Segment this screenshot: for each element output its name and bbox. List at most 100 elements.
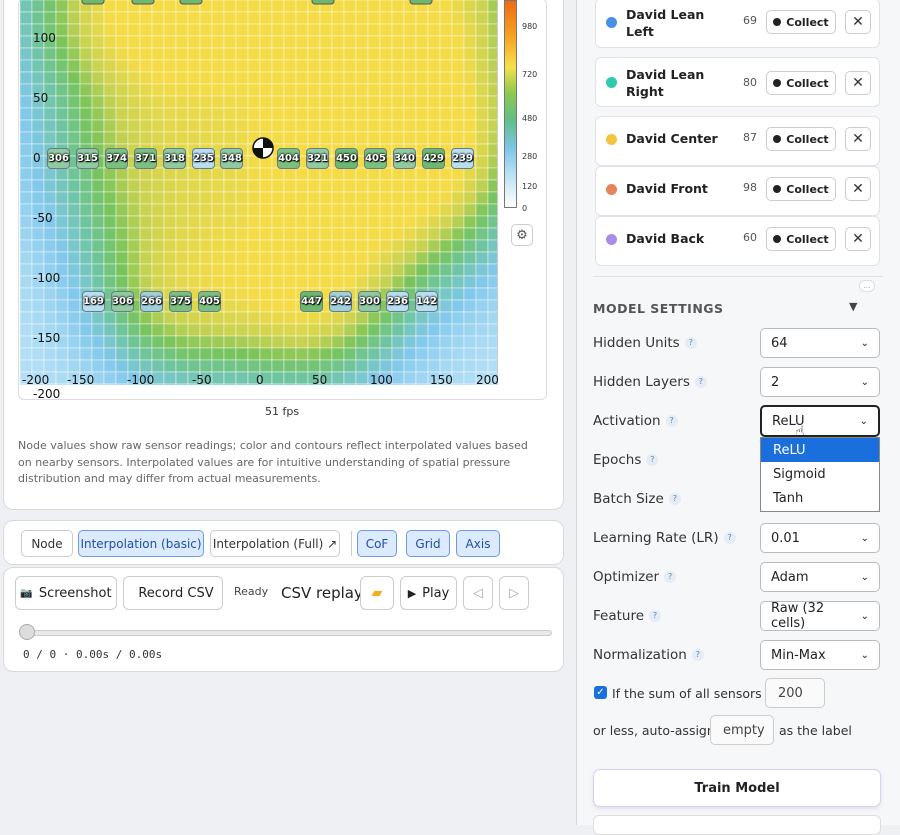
gear-icon[interactable]: ⚙ [511,224,533,246]
heatmap-cell [331,311,345,325]
heatmap-cell [211,71,225,85]
heatmap-cell [427,59,441,73]
grid-toggle[interactable]: Grid [406,530,450,557]
heatmap-cell [487,35,497,49]
help-icon[interactable]: ? [665,415,678,427]
activation-option[interactable]: ReLU [761,438,879,462]
heatmap-cell [91,239,105,253]
screenshot-button[interactable]: 📷 Screenshot [15,576,117,610]
collapse-caret-icon[interactable]: ▼ [849,300,857,313]
learning-rate-select[interactable]: 0.01 ⌄ [760,523,880,553]
heatmap-cell [103,107,117,121]
heatmap-cell [139,11,153,25]
play-button[interactable]: ▶ Play [400,576,457,610]
heatmap-cell [451,251,465,265]
node-toggle[interactable]: Node [21,530,73,557]
heatmap-cell [103,275,117,289]
help-icon[interactable]: ? [668,493,681,505]
heatmap-cell [139,191,153,205]
close-icon[interactable]: ✕ [845,227,871,251]
visualization-note: Node values show raw sensor readings; co… [18,439,528,485]
heatmap-cell [415,119,429,133]
activation-option[interactable]: Tanh [761,486,879,510]
heatmap-cell [475,359,489,373]
heatmap-cell [451,287,465,301]
interpolation-basic-toggle[interactable]: Interpolation (basic) [78,530,204,557]
empty-label-input[interactable]: empty [710,715,774,745]
label-item: David Lean Left 69 Collect ✕ [595,0,880,48]
heatmap-cell [295,119,309,133]
heatmap-cell [199,323,213,337]
heatmap-cell [115,347,129,361]
sensor-cell: 405 [364,148,387,169]
close-icon[interactable]: ✕ [845,71,871,95]
heatmap-cell [475,11,489,25]
heatmap-cell [427,131,441,145]
heatmap-cell [151,107,165,121]
collect-button[interactable]: Collect [766,71,836,95]
left-panel: 100 50 0 -50 -100 -150 -200 -200 -150 -1… [0,0,568,825]
help-icon[interactable]: ? [649,610,662,622]
heatmap-cell [403,95,417,109]
open-folder-button[interactable]: ▰ [360,576,394,610]
heatmap-cell [403,335,417,349]
interpolation-full-link[interactable]: Interpolation (Full) ↗ [210,530,340,557]
collect-button[interactable]: Collect [766,227,836,251]
previous-frame-button[interactable]: ◁ [463,576,493,610]
heatmap-cell [451,203,465,217]
heatmap-cell [271,371,285,385]
threshold-input[interactable]: 200 [765,678,825,708]
comment-icon[interactable]: … [859,280,875,292]
heatmap-cell [139,311,153,325]
hidden-layers-select[interactable]: 2 ⌄ [760,367,880,397]
heatmap-cell [391,83,405,97]
heatmap-cell [367,311,381,325]
heatmap-cell [391,383,405,385]
heatmap-cell [187,167,201,181]
heatmap-cell [283,131,297,145]
heatmap-cell [223,59,237,73]
close-icon[interactable]: ✕ [845,177,871,201]
heatmap-cell [43,167,57,181]
record-csv-button[interactable]: Record CSV [123,576,223,610]
heatmap-cell [235,287,249,301]
close-icon[interactable]: ✕ [845,10,871,34]
help-icon[interactable]: ? [684,337,697,349]
close-icon[interactable]: ✕ [845,127,871,151]
activation-option[interactable]: Sigmoid [761,462,879,486]
feature-select[interactable]: Raw (32 cells) ⌄ [760,601,880,631]
help-icon[interactable]: ? [664,571,677,583]
heatmap-cell [355,59,369,73]
cof-toggle[interactable]: CoF [357,530,397,557]
heatmap-cell [427,35,441,49]
help-icon[interactable]: ? [723,532,736,544]
hidden-units-select[interactable]: 64 ⌄ [760,328,880,358]
help-icon[interactable]: ? [691,649,704,661]
normalization-select[interactable]: Min-Max ⌄ [760,640,880,670]
heatmap-cell [187,83,201,97]
heatmap-cell [175,167,189,181]
replay-slider-thumb[interactable] [19,624,35,640]
heatmap-cell [283,335,297,349]
help-icon[interactable]: ? [646,454,659,466]
axis-toggle[interactable]: Axis [456,530,500,557]
optimizer-select[interactable]: Adam ⌄ [760,562,880,592]
auto-assign-checkbox[interactable]: ✓ [594,686,607,699]
train-model-button[interactable]: Train Model [593,769,881,807]
heatmap-cell [247,263,261,277]
collect-button[interactable]: Collect [766,10,836,34]
heatmap-cell [451,359,465,373]
heatmap-cell [391,0,405,13]
heatmap-cell [211,167,225,181]
heatmap-cell [199,23,213,37]
heatmap-cell [139,47,153,61]
collect-button[interactable]: Collect [766,177,836,201]
next-frame-button[interactable]: ▷ [499,576,529,610]
replay-slider-track[interactable] [23,630,552,636]
heatmap-cell [451,35,465,49]
activation-select[interactable]: ReLU ⌄ [760,405,880,437]
heatmap-cell [127,203,141,217]
help-icon[interactable]: ? [694,376,707,388]
collect-button[interactable]: Collect [766,127,836,151]
heatmap-cell [415,71,429,85]
